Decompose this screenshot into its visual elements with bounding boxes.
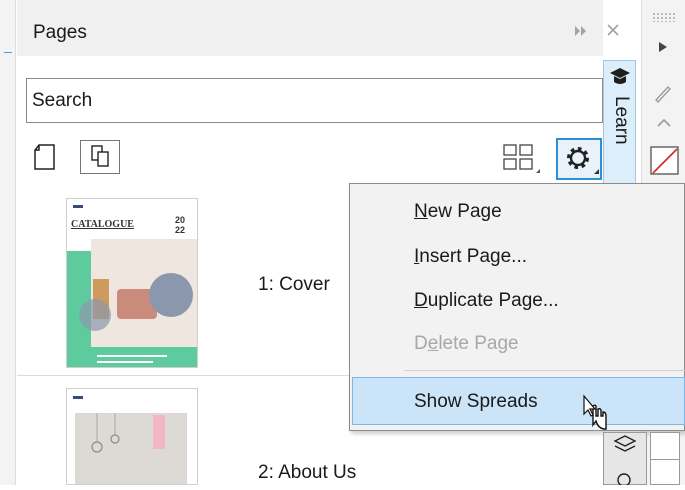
thumb-year-top: 20	[175, 215, 186, 225]
page-label-cover[interactable]: 1: Cover	[258, 274, 330, 296]
menu-item-text-pre: D	[414, 333, 428, 354]
facing-pages-button[interactable]	[80, 140, 120, 174]
menu-item-text-post: uplicate Page...	[427, 290, 559, 311]
facing-pages-icon	[81, 145, 119, 177]
layout-button[interactable]	[500, 140, 542, 178]
insert-page-button[interactable]	[30, 142, 60, 172]
search-input[interactable]	[27, 79, 607, 122]
settings-button[interactable]	[556, 138, 602, 180]
page-thumbnail-cover[interactable]: CATALOGUE 20 22	[66, 198, 198, 368]
menu-item-duplicate-page[interactable]: Duplicate Page...	[414, 290, 559, 312]
menu-separator	[404, 370, 685, 371]
menu-item-delete-page: Delete Page	[414, 333, 519, 355]
menu-item-text-post: nsert Page...	[419, 246, 528, 267]
color-swatch[interactable]	[650, 432, 680, 485]
close-icon[interactable]	[605, 22, 621, 43]
search-field[interactable]	[26, 78, 607, 123]
double-chevron-right-icon[interactable]	[573, 24, 589, 43]
left-edge-strip	[0, 0, 16, 485]
page-thumbnail-about[interactable]	[66, 388, 198, 485]
single-page-icon	[30, 144, 60, 176]
left-edge-tick	[4, 52, 12, 53]
menu-item-text-post: ew Page	[427, 201, 502, 222]
thumbnail-layout-icon	[500, 144, 542, 182]
flyout-arrow-icon[interactable]	[657, 40, 669, 59]
menu-item-mnemonic: D	[414, 290, 428, 311]
layers-icon	[611, 433, 639, 462]
docker-title: Pages	[33, 22, 87, 43]
no-color-icon[interactable]	[650, 146, 680, 181]
menu-item-show-spreads[interactable]: Show Spreads	[414, 391, 538, 413]
menu-item-mnemonic: N	[414, 201, 428, 222]
menu-item-new-page[interactable]: New Page	[414, 201, 502, 223]
thumb-year-bottom: 22	[175, 225, 186, 235]
menu-item-mnemonic: e	[427, 333, 439, 354]
circle-icon	[615, 470, 633, 490]
page-label-about[interactable]: 2: About Us	[258, 462, 356, 484]
docker-header	[17, 0, 603, 56]
drag-handle-dots[interactable]	[652, 12, 676, 22]
graduation-cap-icon	[608, 66, 632, 93]
chevron-up-icon[interactable]	[655, 116, 673, 134]
learn-tab-label: Learn	[611, 96, 632, 145]
pen-icon[interactable]	[652, 82, 674, 109]
menu-item-text-post: lete Page	[438, 333, 519, 354]
thumb-catalogue-title: CATALOGUE	[71, 219, 134, 230]
menu-item-insert-page[interactable]: Insert Page...	[414, 246, 527, 268]
gear-icon	[558, 147, 600, 182]
